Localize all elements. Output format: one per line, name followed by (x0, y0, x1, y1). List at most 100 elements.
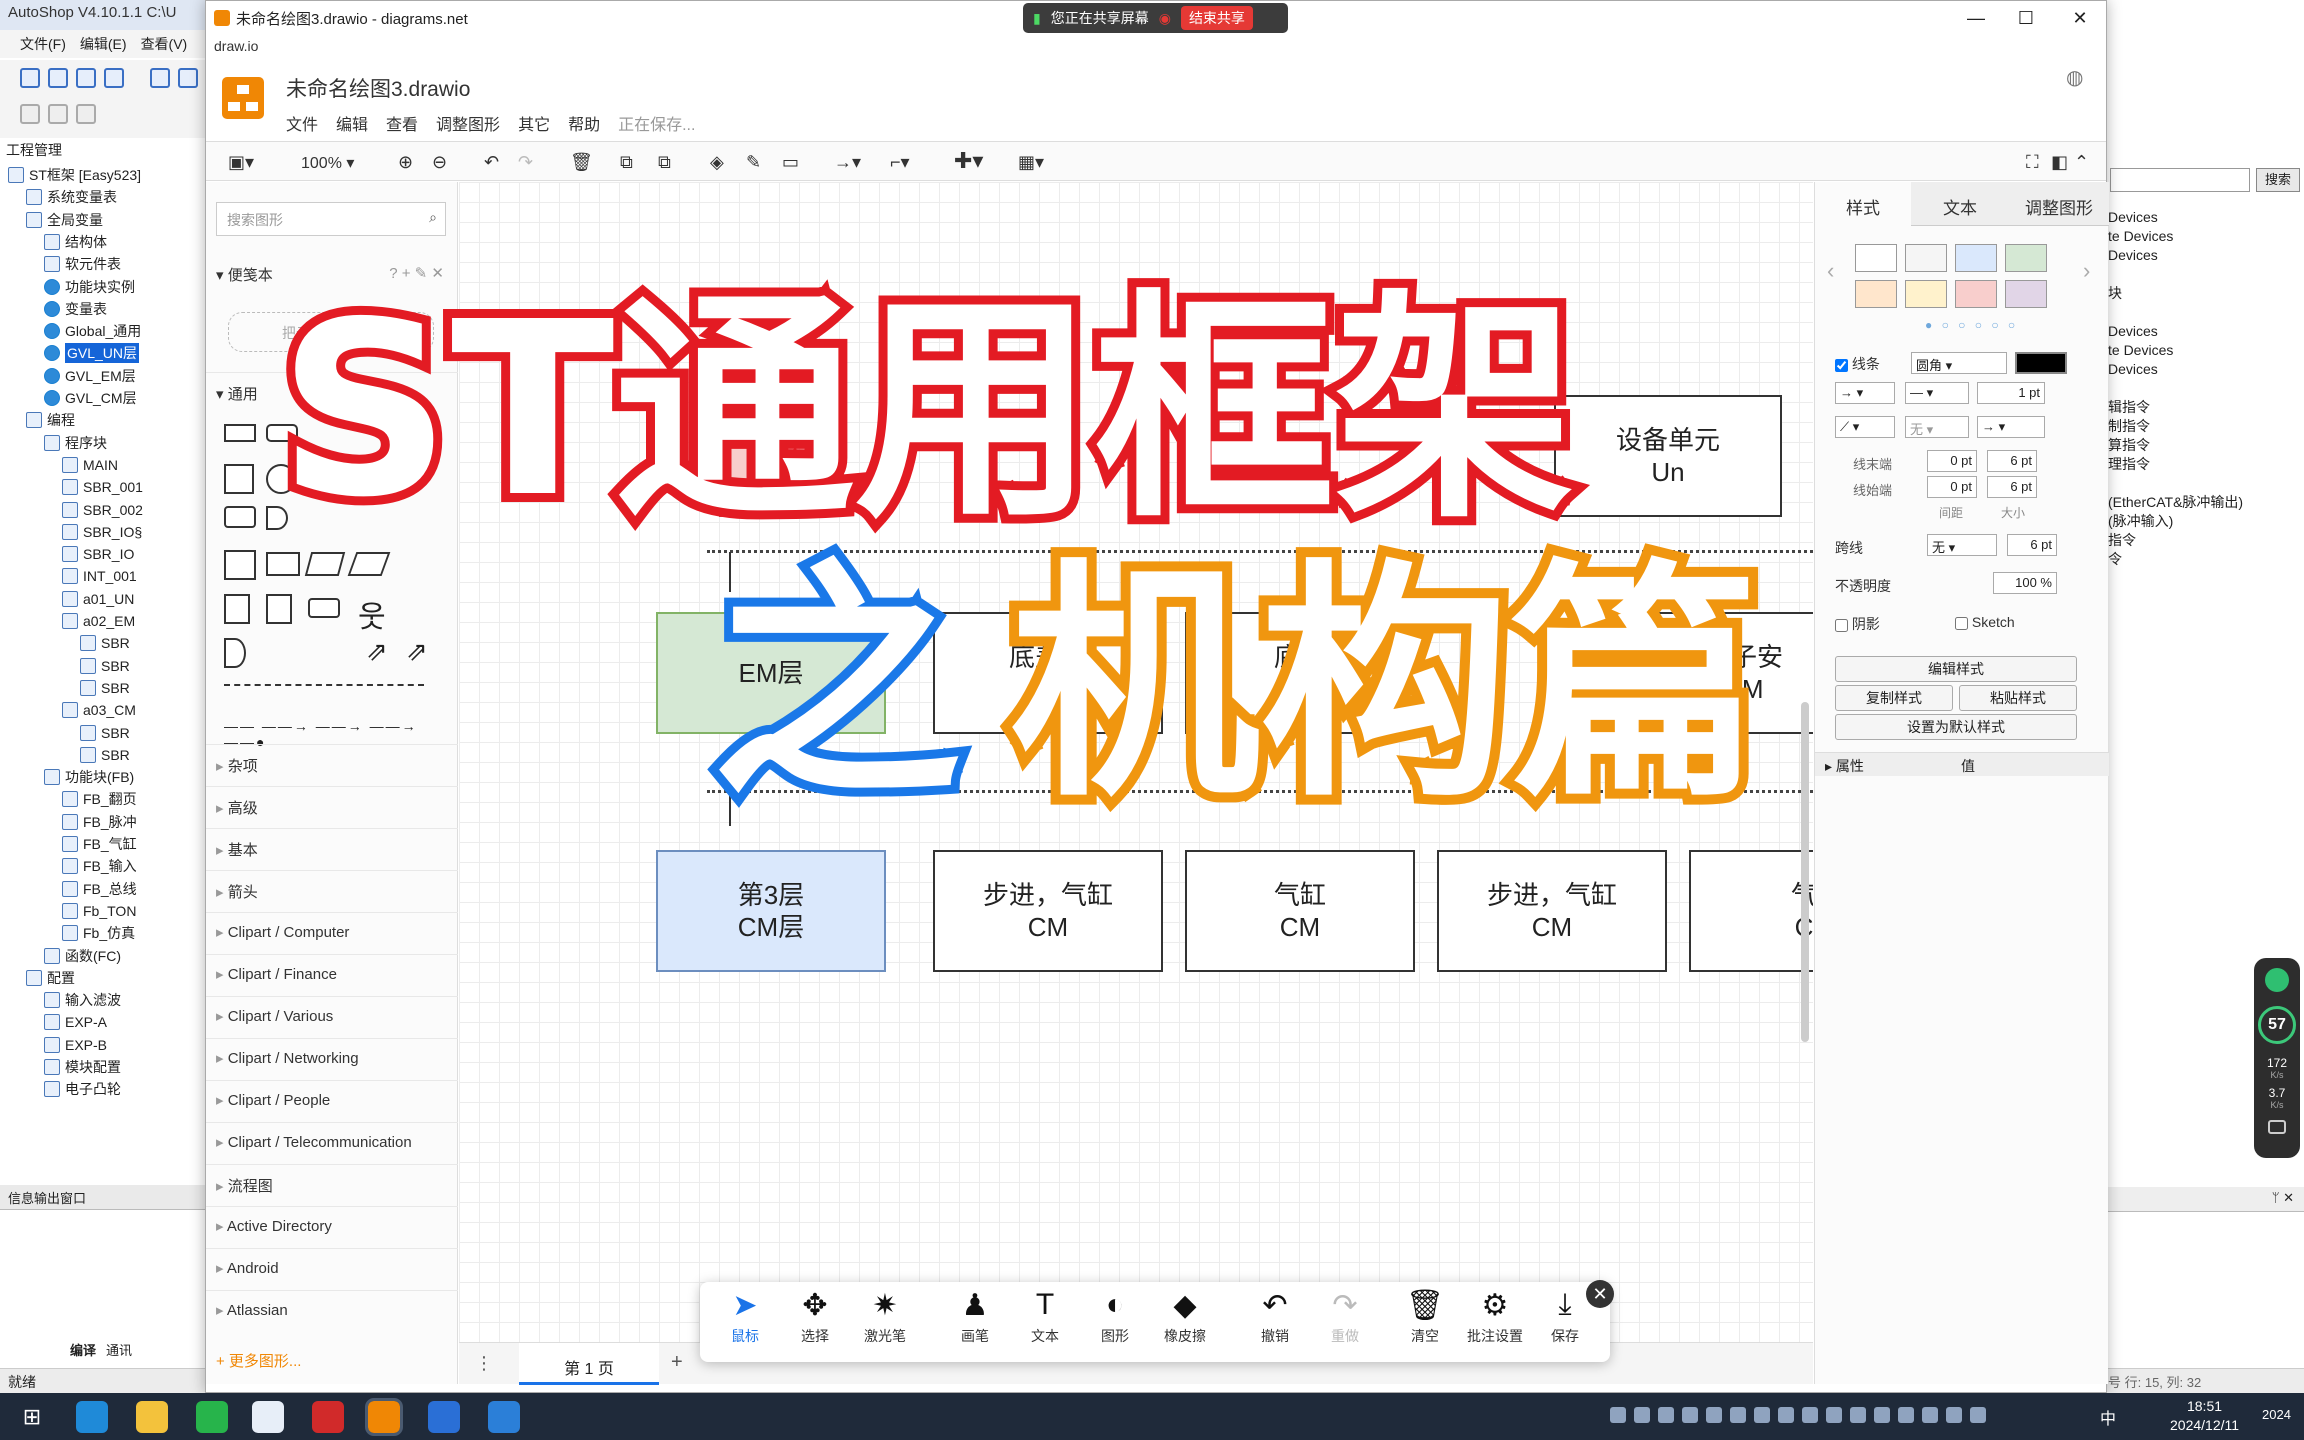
explorer-icon[interactable] (136, 1401, 168, 1433)
swatch-pager[interactable]: ● ○ ○ ○ ○ ○ (1925, 318, 2018, 332)
menu-edit[interactable]: 编辑 (336, 111, 368, 135)
paste-style-button[interactable]: 粘贴样式 (1959, 685, 2077, 711)
tree-item[interactable]: 结构体 (44, 231, 107, 253)
tree-item[interactable]: 程序块 (44, 432, 107, 454)
line-style-select[interactable]: 圆角 ▾ (1911, 352, 2007, 374)
tree-item[interactable]: 函数(FC) (44, 945, 121, 967)
tool-5[interactable]: ◐ 图形 (1080, 1282, 1150, 1362)
shape-section-header[interactable]: ▸ Clipart / Finance (206, 954, 458, 994)
tree-item[interactable]: 系统变量表 (26, 186, 117, 208)
sketch-checkbox[interactable] (1955, 616, 1968, 630)
tree-item[interactable]: FB_总线 (62, 878, 137, 900)
menu-file[interactable]: 文件 (286, 111, 318, 135)
line-checkbox[interactable] (1835, 358, 1848, 372)
line-start-size[interactable]: 6 pt (1987, 476, 2037, 498)
more-shapes-button[interactable]: + 更多图形... (216, 1350, 301, 1371)
tool-8[interactable]: ↷ 重做 (1310, 1282, 1380, 1362)
tray-icon[interactable] (1946, 1407, 1962, 1423)
drawio-task-icon[interactable] (365, 1398, 403, 1436)
shape-section-header[interactable]: ▸ Android (206, 1248, 458, 1288)
tool-2[interactable]: ✷ 激光笔 (850, 1282, 920, 1362)
tree-item[interactable]: MAIN (62, 454, 118, 476)
tool-0[interactable]: ➤ 鼠标 (710, 1282, 780, 1362)
fill-color-icon[interactable]: ◈ (710, 152, 724, 173)
fullscreen-icon[interactable]: ⛶ (2026, 152, 2039, 173)
contact-icon[interactable] (48, 104, 68, 124)
tree-item[interactable]: a03_CM (62, 699, 136, 721)
step-shape[interactable] (304, 552, 346, 576)
cut-icon[interactable] (150, 68, 170, 88)
node-cm-layer[interactable]: 第3层 CM层 (656, 850, 886, 972)
table-icon[interactable]: ▦▾ (1018, 152, 1044, 173)
tree-item[interactable]: SBR_002 (62, 499, 143, 521)
calendar-icon[interactable] (488, 1401, 520, 1433)
open-icon[interactable] (48, 68, 68, 88)
maximize-button[interactable]: ☐ (2006, 5, 2046, 31)
style-swatch[interactable] (1955, 280, 1997, 308)
tray-icon[interactable] (1754, 1407, 1770, 1423)
tree-item[interactable]: 全局变量 (26, 209, 103, 231)
note-shape[interactable] (224, 594, 250, 624)
waypoints-select[interactable]: ⟋ ▾ (1835, 416, 1895, 438)
card-shape[interactable] (266, 594, 292, 624)
tool-1[interactable]: ✥ 选择 (780, 1282, 850, 1362)
tool-10[interactable]: ⚙ 批注设置 (1460, 1282, 1530, 1362)
tree-item[interactable]: Fb_仿真 (62, 922, 135, 944)
tree-item[interactable]: 功能块实例 (44, 276, 135, 298)
tree-item[interactable]: SBR (80, 744, 130, 766)
shape-section-header[interactable]: ▸ 高级 (206, 786, 458, 826)
tray-icon[interactable] (1634, 1407, 1650, 1423)
tray-icon[interactable] (1850, 1407, 1866, 1423)
tree-item[interactable]: EXP-A (44, 1011, 107, 1033)
delay-shape[interactable] (224, 638, 246, 668)
tray-icon[interactable] (1706, 1407, 1722, 1423)
tree-item[interactable]: SBR_IO (62, 543, 134, 565)
format-panel-icon[interactable]: ◧ (2051, 152, 2068, 173)
close-button[interactable]: ✕ (2060, 5, 2100, 31)
ladder-icon[interactable] (20, 104, 40, 124)
hexagon-shape[interactable] (224, 506, 256, 528)
style-swatch[interactable] (1905, 280, 1947, 308)
menu-extras[interactable]: 其它 (518, 111, 550, 135)
tray-icon[interactable] (1658, 1407, 1674, 1423)
canvas-scrollbar[interactable] (1801, 702, 1809, 1042)
tree-item[interactable]: SBR (80, 722, 130, 744)
tree-item[interactable]: Global_通用 (44, 320, 141, 342)
tool-4[interactable]: T 文本 (1010, 1282, 1080, 1362)
insert-icon[interactable]: ✚▾ (954, 148, 983, 174)
view-icon[interactable]: ▣▾ (228, 152, 254, 173)
square-shape[interactable] (224, 464, 254, 494)
meeting-icon[interactable] (428, 1401, 460, 1433)
zoom-in-icon[interactable]: ⊕ (398, 152, 413, 173)
tree-item[interactable]: GVL_UN层 (44, 342, 140, 364)
line-pattern-select[interactable]: → ▾ (1835, 382, 1895, 404)
tray-icon[interactable] (1682, 1407, 1698, 1423)
menu-view[interactable]: 查看 (386, 111, 418, 135)
tray-icon[interactable] (1826, 1407, 1842, 1423)
waypoint-icon[interactable]: ⌐▾ (890, 152, 910, 173)
tree-item[interactable]: a01_UN (62, 588, 134, 610)
tree-item[interactable]: EXP-B (44, 1034, 107, 1056)
tray-icon[interactable] (1778, 1407, 1794, 1423)
shape-section-header[interactable]: ▸ 流程图 (206, 1164, 458, 1204)
redo-icon[interactable]: ↷ (518, 152, 533, 173)
copy-icon[interactable] (178, 68, 198, 88)
line-end-size[interactable]: 6 pt (1987, 450, 2037, 472)
tab-compile[interactable]: 编译 (70, 1340, 96, 1359)
tray-icon[interactable] (1874, 1407, 1890, 1423)
shape-section-header[interactable]: ▸ Active Directory (206, 1206, 458, 1246)
node-cm2[interactable]: 气缸 CM (1185, 850, 1415, 972)
minimize-button[interactable]: — (1956, 5, 1996, 31)
shape-search-input[interactable]: 搜索图形 ⌕ (216, 202, 446, 236)
tab-style[interactable]: 样式 (1815, 182, 1911, 226)
tree-item[interactable]: GVL_EM层 (44, 365, 136, 387)
tree-item[interactable]: SBR (80, 655, 130, 677)
menu-view[interactable]: 查看(V) (141, 34, 188, 54)
wps-icon[interactable] (312, 1401, 344, 1433)
globe-icon[interactable]: ◍ (2066, 65, 2083, 90)
node-cm4[interactable]: 气 C (1689, 850, 1813, 972)
shape-section-header[interactable]: ▸ Clipart / People (206, 1080, 458, 1120)
tree-item[interactable]: SBR_IO§ (62, 521, 142, 543)
to-back-icon[interactable]: ⧉ (658, 152, 671, 173)
tree-item[interactable]: FB_输入 (62, 855, 137, 877)
